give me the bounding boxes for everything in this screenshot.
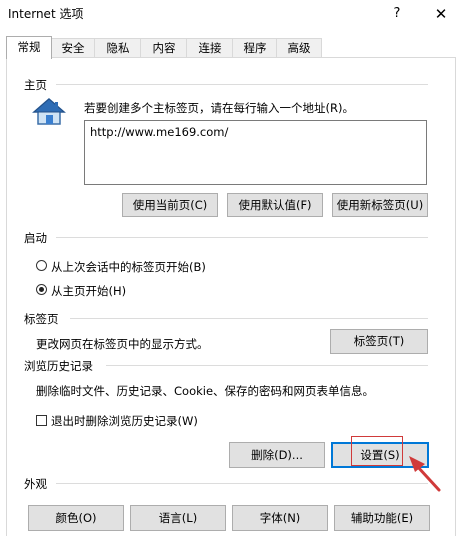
- history-divider: [106, 365, 428, 366]
- home-page-divider: [56, 84, 428, 85]
- tab-content[interactable]: 内容: [140, 38, 188, 58]
- window-title: Internet 选项: [8, 7, 84, 21]
- help-icon: ?: [393, 6, 401, 21]
- use-current-button[interactable]: 使用当前页(C): [122, 193, 218, 217]
- accessibility-button[interactable]: 辅助功能(E): [334, 505, 430, 531]
- delete-on-exit-label: 退出时删除浏览历史记录(W): [51, 414, 198, 428]
- tabs-heading: 标签页: [24, 312, 59, 326]
- tab-strip: 常规 安全 隐私 内容 连接 程序 高级: [6, 36, 456, 59]
- home-page-url-input[interactable]: http://www.me169.com/: [84, 120, 427, 185]
- title-bar: Internet 选项 ? ✕: [0, 0, 462, 28]
- history-heading: 浏览历史记录: [24, 359, 93, 373]
- home-icon: [32, 98, 66, 125]
- delete-history-button[interactable]: 删除(D)...: [229, 442, 325, 468]
- startup-heading: 启动: [24, 231, 47, 245]
- radio-home-page-label: 从主页开始(H): [51, 284, 127, 298]
- annotation-arrow-icon: [409, 456, 441, 492]
- close-button[interactable]: ✕: [420, 0, 462, 28]
- home-page-description: 若要创建多个主标签页，请在每行输入一个地址(R)。: [84, 101, 354, 115]
- startup-divider: [56, 237, 428, 238]
- appearance-divider: [56, 483, 428, 484]
- tab-connections[interactable]: 连接: [186, 38, 234, 58]
- annotation-highlight-box: [351, 436, 403, 466]
- history-description: 删除临时文件、历史记录、Cookie、保存的密码和网页表单信息。: [36, 384, 375, 398]
- radio-last-session-label: 从上次会话中的标签页开始(B): [51, 260, 206, 274]
- tab-security[interactable]: 安全: [50, 38, 96, 58]
- tabs-divider: [70, 318, 428, 319]
- tab-privacy[interactable]: 隐私: [94, 38, 142, 58]
- radio-last-session[interactable]: [36, 260, 47, 271]
- delete-on-exit-checkbox[interactable]: [36, 415, 47, 426]
- tab-advanced[interactable]: 高级: [276, 38, 322, 58]
- languages-button[interactable]: 语言(L): [130, 505, 226, 531]
- help-button[interactable]: ?: [378, 0, 416, 28]
- use-new-tab-button[interactable]: 使用新标签页(U): [332, 193, 428, 217]
- appearance-heading: 外观: [24, 477, 47, 491]
- use-default-button[interactable]: 使用默认值(F): [227, 193, 323, 217]
- tab-programs[interactable]: 程序: [232, 38, 278, 58]
- tab-general[interactable]: 常规: [6, 36, 52, 59]
- tabs-settings-button[interactable]: 标签页(T): [330, 329, 428, 354]
- home-page-heading: 主页: [24, 78, 47, 92]
- fonts-button[interactable]: 字体(N): [232, 505, 328, 531]
- colors-button[interactable]: 颜色(O): [28, 505, 124, 531]
- close-icon: ✕: [434, 5, 448, 23]
- radio-home-page[interactable]: [36, 284, 47, 295]
- tabs-description: 更改网页在标签页中的显示方式。: [36, 337, 209, 351]
